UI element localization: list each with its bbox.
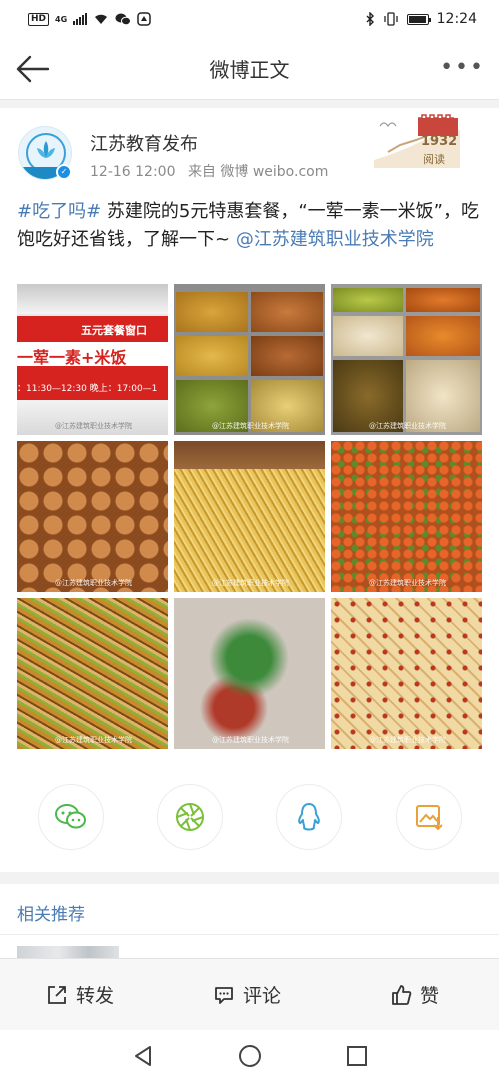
moments-icon [176,803,204,831]
system-recents-icon[interactable] [345,1044,369,1068]
grid-image-cilantro-dish[interactable]: @江苏建筑职业技术学院 [174,598,325,749]
decoration-label: 阅读 [423,153,445,166]
thumbs-up-icon [392,984,412,1005]
topic-tag[interactable]: #吃了吗# [17,201,101,222]
hd-indicator: HD [28,12,50,26]
grid-image-potato-strips[interactable]: @江苏建筑职业技术学院 [174,441,325,592]
signal-icon [73,13,88,25]
sign-line3: ：11:30—12:30 晚上：17:00—1 [17,384,158,394]
sign-line2: 一荤一素+米饭 [17,348,127,367]
image-watermark: @江苏建筑职业技术学院 [55,736,132,744]
grid-image-carrot-stir-fry[interactable]: @江苏建筑职业技术学院 [331,441,482,592]
author-name[interactable]: 江苏教育发布 [90,130,198,156]
image-watermark: @江苏建筑职业技术学院 [369,422,446,430]
image-watermark: @江苏建筑职业技术学院 [212,579,289,587]
page-title: 微博正文 [209,58,290,82]
comment-button[interactable]: 评论 [213,981,281,1008]
repost-label: 转发 [76,985,115,1007]
divider [0,934,499,935]
action-bar: 转发 评论 赞 [0,958,499,1030]
more-options-icon[interactable]: ••• [440,57,485,79]
grid-image-dish-trays[interactable]: @江苏建筑职业技术学院 [331,284,482,435]
share-bar [0,784,499,854]
system-back-icon[interactable] [131,1044,155,1068]
back-arrow-icon[interactable] [12,52,52,86]
wechat-icon [55,804,86,829]
image-grid: 五元套餐窗口 一荤一素+米饭 ：11:30—12:30 晚上：17:00—1 @… [17,284,482,749]
repost-button[interactable]: 转发 [46,981,114,1008]
system-navigation-bar [0,1030,499,1083]
share-qq-button[interactable] [276,784,342,850]
bluetooth-icon [366,12,374,26]
system-home-icon[interactable] [238,1044,262,1068]
title-bar: 微博正文 ••• [0,38,499,100]
image-watermark: @江苏建筑职业技术学院 [55,422,132,430]
vibrate-icon [383,12,398,26]
qq-icon [298,803,320,831]
image-watermark: @江苏建筑职业技术学院 [369,736,446,744]
post-source: 来自 微博 weibo.com [187,164,329,180]
share-moments-button[interactable] [157,784,223,850]
save-image-icon [416,805,443,831]
grid-image-dish-trays[interactable]: @江苏建筑职业技术学院 [174,284,325,435]
grid-image-meatballs[interactable]: @江苏建筑职业技术学院 [17,441,168,592]
like-button[interactable]: 赞 [390,981,439,1008]
comment-label: 评论 [243,985,282,1007]
network-gen: 4G [55,14,68,24]
image-watermark: @江苏建筑职业技术学院 [369,579,446,587]
weibo-post: ✓ 江苏教育发布 12-16 12:00 来自 微博 weibo.com 193… [0,108,499,872]
grid-image-tofu-dish[interactable]: @江苏建筑职业技术学院 [331,598,482,749]
related-title: 相关推荐 [17,905,85,925]
share-wechat-button[interactable] [38,784,104,850]
post-text: #吃了吗# 苏建院的5元特惠套餐，“一荤一素一米饭”，吃饱吃好还省钱，了解一下~… [17,198,483,254]
image-watermark: @江苏建筑职业技术学院 [212,422,289,430]
grid-image-pepper-stir-fry[interactable]: @江苏建筑职业技术学院 [17,598,168,749]
status-bar: HD 4G 12:24 [0,0,499,38]
wifi-icon [95,14,108,24]
battery-icon [406,13,431,25]
clock: 12:24 [436,11,477,27]
app-notification-icon [137,12,151,26]
post-date: 12-16 12:00 [90,164,176,180]
save-image-button[interactable] [396,784,462,850]
verified-badge-icon: ✓ [56,164,72,180]
decoration-year: 1932 [421,134,458,149]
comment-icon [215,986,233,1004]
grid-image-canteen-sign[interactable]: 五元套餐窗口 一荤一素+米饭 ：11:30—12:30 晚上：17:00—1 @… [17,284,168,435]
repost-icon [48,985,66,1004]
wechat-notification-icon [115,13,132,25]
sign-line1: 五元套餐窗口 [81,324,147,337]
image-watermark: @江苏建筑职业技术学院 [55,579,132,587]
user-mention[interactable]: @江苏建筑职业技术学院 [236,229,434,250]
post-meta: 12-16 12:00 来自 微博 weibo.com [90,161,336,181]
like-label: 赞 [420,985,440,1007]
image-watermark: @江苏建筑职业技术学院 [212,736,289,744]
